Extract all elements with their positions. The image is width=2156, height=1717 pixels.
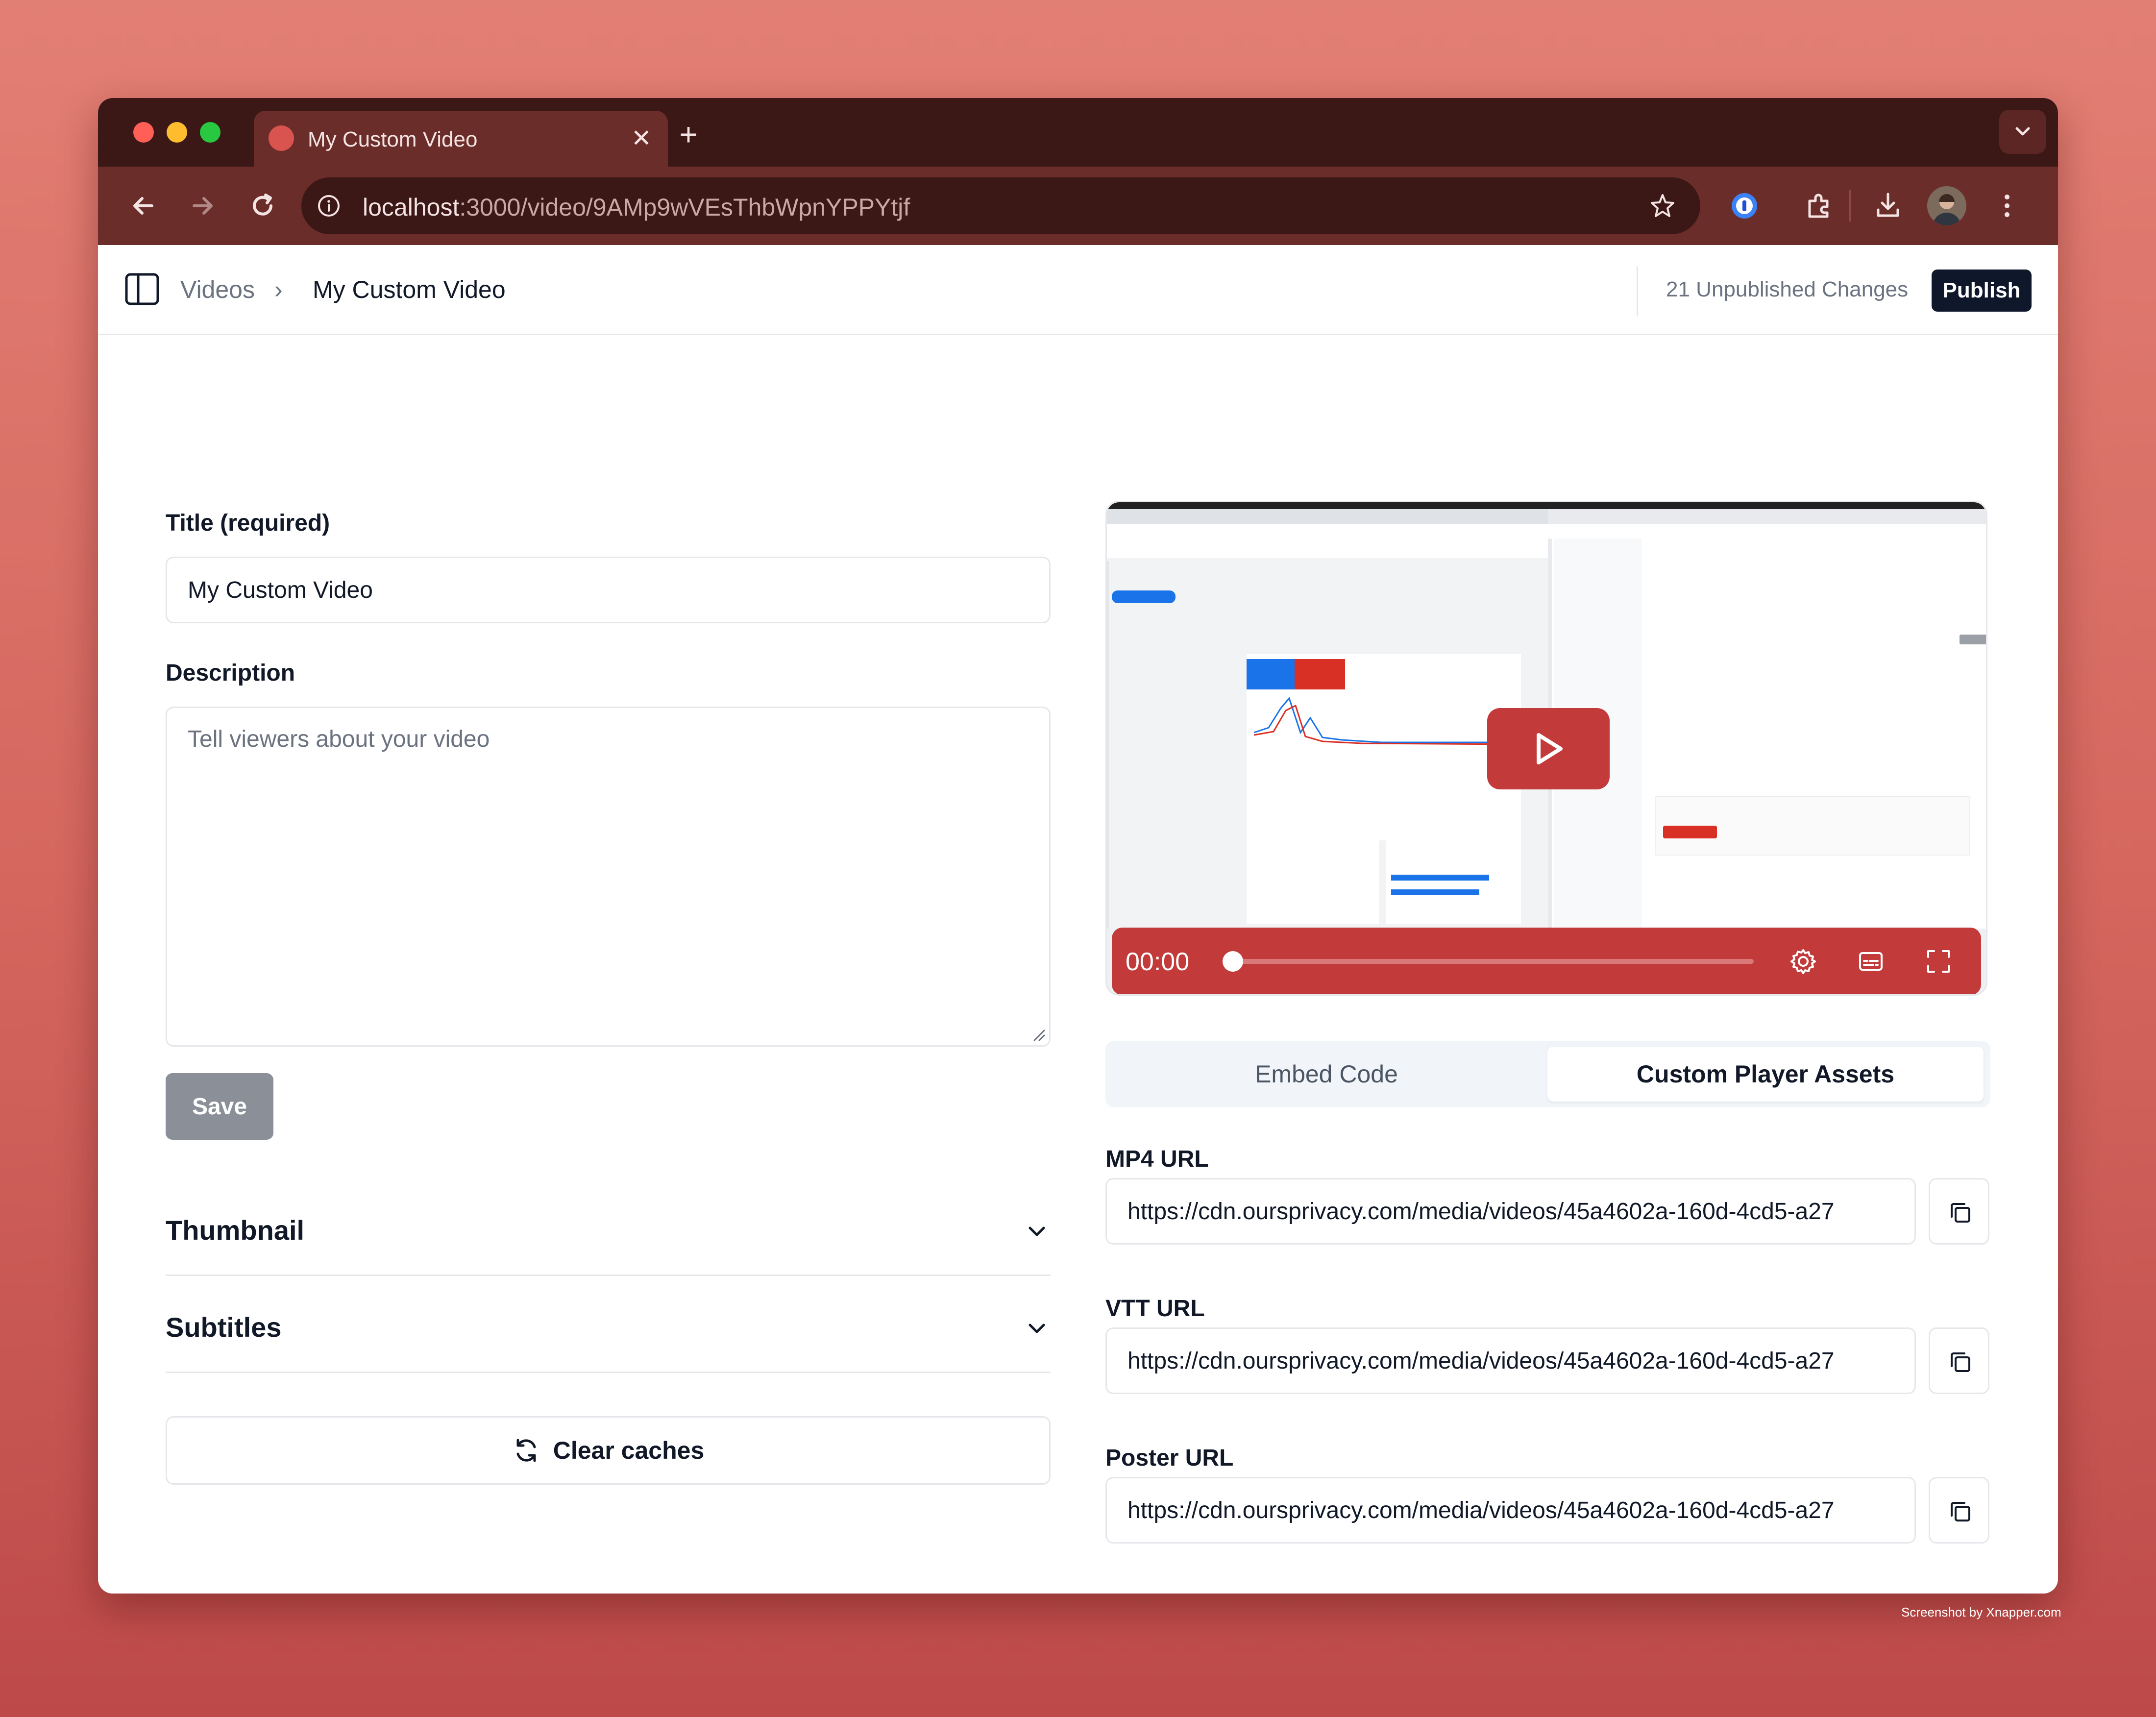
fullscreen-icon[interactable] xyxy=(1923,946,1954,977)
vtt-url-label: VTT URL xyxy=(1105,1296,1205,1322)
profile-avatar[interactable] xyxy=(1927,186,1966,225)
copy-poster-url-button[interactable] xyxy=(1929,1477,1989,1544)
app-page: Videos › My Custom Video 21 Unpublished … xyxy=(98,245,2058,1594)
captions-icon[interactable] xyxy=(1856,946,1886,977)
tab-favicon-icon xyxy=(269,125,294,151)
clear-caches-label: Clear caches xyxy=(553,1437,705,1464)
clear-caches-button[interactable]: Clear caches xyxy=(166,1416,1051,1485)
tab-embed-code[interactable]: Embed Code xyxy=(1110,1047,1543,1102)
browser-toolbar: localhost:3000/video/9AMp9wVEsThbWpnYPPY… xyxy=(98,167,2058,245)
url-path: :3000/video/9AMp9wVEsThbWpnYPPYtjf xyxy=(459,194,910,221)
chevron-down-icon xyxy=(2015,127,2030,136)
subtitles-accordion[interactable]: Subtitles xyxy=(166,1276,1051,1373)
tab-custom-player-assets[interactable]: Custom Player Assets xyxy=(1547,1047,1984,1102)
toolbar-divider xyxy=(1849,190,1851,221)
breadcrumb-videos-link[interactable]: Videos xyxy=(180,275,255,304)
tab-search-button[interactable] xyxy=(1999,110,2046,154)
copy-icon xyxy=(1951,1502,1970,1521)
url-host: localhost xyxy=(363,194,460,221)
copy-vtt-url-button[interactable] xyxy=(1929,1327,1989,1394)
chevron-down-icon xyxy=(1029,1324,1045,1333)
description-placeholder: Tell viewers about your video xyxy=(188,726,490,752)
browser-tab-bar: My Custom Video ✕ + xyxy=(98,98,2058,167)
chevron-right-icon: › xyxy=(274,276,283,303)
extensions-puzzle-icon[interactable] xyxy=(1800,186,1839,225)
poster-url-field[interactable]: https://cdn.oursprivacy.com/media/videos… xyxy=(1105,1477,1916,1544)
back-arrow-icon[interactable] xyxy=(123,186,163,225)
new-tab-button[interactable]: + xyxy=(669,115,708,154)
vtt-url-field[interactable]: https://cdn.oursprivacy.com/media/videos… xyxy=(1105,1327,1916,1394)
save-button[interactable]: Save xyxy=(166,1073,273,1140)
mp4-url-field[interactable]: https://cdn.oursprivacy.com/media/videos… xyxy=(1105,1178,1916,1245)
watermark: Screenshot by Xnapper.com xyxy=(1901,1605,2061,1619)
bookmark-star-icon[interactable] xyxy=(1649,192,1676,220)
title-label: Title (required) xyxy=(166,510,330,536)
title-input[interactable]: My Custom Video xyxy=(166,557,1051,623)
settings-gear-icon[interactable] xyxy=(1788,946,1818,977)
chevron-down-icon xyxy=(1029,1226,1045,1236)
avatar-image xyxy=(1927,186,1966,225)
mp4-url-label: MP4 URL xyxy=(1105,1146,1209,1172)
password-manager-icon[interactable] xyxy=(1725,186,1764,225)
header-divider xyxy=(1637,267,1638,316)
subtitles-heading: Subtitles xyxy=(166,1312,282,1343)
forward-arrow-icon[interactable] xyxy=(183,186,222,225)
current-time: 00:00 xyxy=(1126,948,1190,976)
sidebar-toggle-icon[interactable] xyxy=(123,270,161,308)
poster-url-label: Poster URL xyxy=(1105,1445,1234,1471)
play-button[interactable] xyxy=(1487,708,1610,789)
play-icon xyxy=(1537,733,1563,764)
tab-close-icon[interactable]: ✕ xyxy=(631,123,652,153)
tab-title: My Custom Video xyxy=(308,127,478,151)
player-controls: 00:00 xyxy=(1112,928,1981,994)
app-header: Videos › My Custom Video 21 Unpublished … xyxy=(98,245,2058,335)
address-bar[interactable]: localhost:3000/video/9AMp9wVEsThbWpnYPPY… xyxy=(301,177,1700,234)
copy-icon xyxy=(1951,1203,1970,1223)
player-tabs: Embed Code Custom Player Assets xyxy=(1105,1041,1990,1107)
description-label: Description xyxy=(166,660,295,686)
copy-mp4-url-button[interactable] xyxy=(1929,1178,1989,1245)
more-options-icon[interactable] xyxy=(1987,186,2027,225)
refresh-icon xyxy=(516,1439,536,1462)
seek-bar[interactable] xyxy=(1225,959,1754,964)
maximize-window-button[interactable] xyxy=(200,122,220,143)
browser-window: My Custom Video ✕ + localhost:3000/video… xyxy=(98,98,2058,1594)
thumbnail-accordion[interactable]: Thumbnail xyxy=(166,1179,1051,1276)
site-info-icon[interactable] xyxy=(315,192,343,220)
reload-icon[interactable] xyxy=(243,186,282,225)
unpublished-changes-count: 21 Unpublished Changes xyxy=(1666,277,1909,301)
video-player[interactable]: 00:00 xyxy=(1105,501,1987,996)
download-icon[interactable] xyxy=(1868,186,1908,225)
thumbnail-heading: Thumbnail xyxy=(166,1215,305,1246)
minimize-window-button[interactable] xyxy=(167,122,187,143)
seek-handle[interactable] xyxy=(1223,951,1243,972)
description-textarea[interactable]: Tell viewers about your video xyxy=(166,707,1051,1047)
copy-icon xyxy=(1951,1352,1970,1372)
url-text: localhost:3000/video/9AMp9wVEsThbWpnYPPY… xyxy=(363,193,910,221)
breadcrumb-current: My Custom Video xyxy=(313,276,506,303)
resize-grip-icon[interactable] xyxy=(1031,1028,1045,1041)
browser-tab-active[interactable]: My Custom Video ✕ xyxy=(254,111,668,167)
close-window-button[interactable] xyxy=(133,122,154,143)
publish-button[interactable]: Publish xyxy=(1932,270,2032,312)
